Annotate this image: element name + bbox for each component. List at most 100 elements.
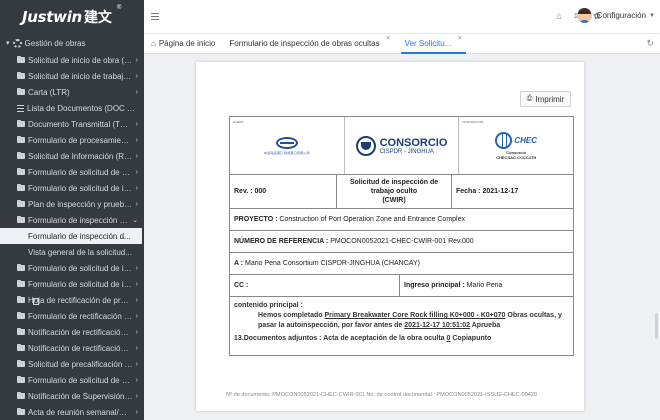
avatar — [576, 8, 592, 23]
chevron-right-icon: › — [135, 392, 138, 400]
sidebar-item[interactable]: Solicitud de inicio de obra (WR) › — [0, 52, 144, 68]
rev-row: Rev. : 000 Solicitud de inspección de tr… — [230, 175, 573, 209]
close-icon[interactable]: ✕ — [386, 35, 391, 42]
folder-icon — [17, 311, 25, 319]
ingreso-label: Ingreso principal : — [404, 282, 465, 289]
folder-icon — [17, 199, 25, 207]
cwir-form: CLIENT 中远海运港口 钱凯港口有限公司 CONSORCIO CISPDR … — [229, 116, 574, 356]
user-menu-label: Configuración — [596, 11, 647, 20]
attachments-end: Copiapunto — [450, 335, 492, 342]
tab-label: Formulario de inspección de obras oculta… — [229, 39, 380, 48]
sidebar-item-label: Vista general de la solicitud... — [28, 247, 132, 257]
sidebar-item[interactable]: Acta de reunión semanal/me... › — [0, 404, 144, 420]
a-label: A : — [234, 260, 244, 267]
form-title-line2: trabajo oculto — [370, 188, 418, 195]
sidebar-item[interactable]: Notificación de rectificación ... › — [0, 340, 144, 356]
attachments-label: 13.Documentos adjuntos : Acta de aceptac… — [234, 335, 447, 342]
consorcio-logo: CONSORCIO CISPDR - JINGHUA — [355, 135, 447, 156]
sidebar-item[interactable]: Solicitud de Información (RFI) › — [0, 148, 144, 164]
body-work: Primary Breakwater Core Rock filling K0+… — [324, 312, 506, 319]
sidebar-item-gestion-de-obras[interactable]: ▾ Gestión de obras — [0, 34, 144, 52]
folder-icon — [17, 183, 25, 191]
gear-icon — [12, 38, 22, 48]
sidebar-item-expanded[interactable]: Formulario de inspección de ... ⌄ — [0, 212, 144, 228]
sidebar-item[interactable]: Formulario de solicitud de ma... › — [0, 164, 144, 180]
sidebar-subitem[interactable]: Vista general de la solicitud... — [0, 244, 144, 305]
cc-cell: CC : — [230, 275, 400, 296]
sidebar-item[interactable]: Formulario de procesamiento... › — [0, 132, 144, 148]
sidebar-item[interactable]: Plan de inspección y prueba ... › — [0, 196, 144, 212]
sidebar-item[interactable]: Carta (LTR) › — [0, 84, 144, 100]
refresh-icon[interactable]: ↻ — [646, 38, 654, 49]
a-cell: A : Mario Pena Consortium CISPDR-JINGHUA… — [230, 253, 424, 274]
sidebar-item[interactable]: Hoja de rectificación de probl... › — [0, 292, 144, 308]
chevron-right-icon: › — [135, 200, 138, 208]
contenido-row: contenido principal : Hemos completado P… — [230, 297, 573, 355]
folder-icon — [17, 407, 25, 415]
sidebar-item[interactable]: Solicitud de precalificación d... › — [0, 356, 144, 372]
folder-icon — [17, 71, 25, 79]
chec-sub2: CHECSAC-CCCC4TH — [496, 154, 537, 160]
sidebar-subitem-active[interactable]: Formulario de inspección d... — [0, 228, 142, 289]
sidebar-item-label: Formulario de rectificación d... — [28, 311, 133, 321]
chevron-right-icon: › — [135, 264, 138, 272]
sidebar-item[interactable]: Notificación de Supervisión (... › — [0, 388, 144, 404]
chevron-right-icon: › — [135, 408, 138, 416]
sidebar-item[interactable]: Formulario de rectificación d... › — [0, 308, 144, 324]
home-icon[interactable]: ⌂ — [554, 12, 564, 21]
chevron-right-icon: › — [135, 328, 138, 336]
tab-home[interactable]: ⌂ Página de inicio — [144, 34, 222, 53]
consorcio-subtitle: CISPDR - JINGHUA — [379, 148, 434, 155]
rev-cell: Rev. : 000 — [230, 175, 337, 208]
sidebar-item[interactable]: Formulario de solicitud de in... › — [0, 180, 144, 196]
referencia-row: NÚMERO DE REFERENCIA : PMOCON0052021-CHE… — [230, 231, 573, 253]
scrollbar[interactable] — [655, 313, 658, 339]
print-label: Imprimir — [535, 94, 565, 104]
sidebar-item-label: Formulario de inspección d... — [28, 231, 131, 241]
sidebar-item-label: Hoja de rectificación de probl... — [28, 295, 133, 305]
consultant-logo-cell: CONSORCIO CISPDR - JINGHUA — [345, 117, 460, 174]
chec-text: CHEC — [514, 135, 538, 145]
sidebar-item-label: Documento Transmittal (TRAN) — [28, 119, 133, 129]
close-icon[interactable]: ✕ — [457, 35, 462, 42]
sidebar-item[interactable]: Formulario de solicitud de ins... › — [0, 260, 144, 276]
chevron-right-icon: › — [135, 168, 138, 176]
contractor-logo-cell: CONTRACTOR CHEC Consorcio CHECSAC-CCCC4T… — [459, 117, 573, 174]
form-title-line3: (CWIR) — [382, 197, 406, 204]
proyecto-cell: PROYECTO : Construction of Port Operatio… — [230, 209, 469, 230]
chevron-right-icon: › — [135, 88, 138, 96]
brand-logo[interactable]: Justwin 建文 ® — [0, 0, 144, 34]
tab-ver-solicitud[interactable]: Ver Solicitu... ✕ — [398, 34, 470, 54]
sidebar-item-label: Solicitud de Información (RFI) — [28, 151, 133, 161]
sidebar-item[interactable]: Lista de Documentos (DOC LIST) — [0, 100, 144, 116]
print-button[interactable]: ⎙ Imprimir — [520, 91, 571, 107]
folder-icon — [17, 87, 25, 95]
list-icon — [17, 104, 24, 112]
tab-label: Página de inicio — [158, 39, 216, 48]
folder-icon — [17, 119, 25, 127]
sidebar-item-label: Formulario de solicitud de in... — [28, 183, 133, 193]
sidebar-item[interactable]: Documento Transmittal (TRAN) › — [0, 116, 144, 132]
cc-label: CC : — [234, 282, 249, 289]
folder-icon — [17, 167, 25, 175]
sidebar-item-label: Notificación de rectificación ... — [28, 327, 133, 337]
brand-name: Justwin — [22, 8, 82, 26]
sidebar-item[interactable]: Formulario de solicitud de ins... › — [0, 276, 144, 292]
top-header: ⌂ ✉ ✿ Configuración ▼ — [144, 0, 660, 34]
contractor-tag: CONTRACTOR — [462, 120, 484, 124]
sidebar-item-label: Formulario de solicitud de ca... — [28, 375, 133, 385]
sidebar-item[interactable]: Notificación de rectificación ... › — [0, 324, 144, 340]
body-part-1: Hemos completado — [258, 312, 325, 319]
chevron-right-icon: › — [135, 296, 138, 304]
tab-formulario-inspeccion[interactable]: Formulario de inspección de obras oculta… — [222, 34, 397, 53]
menu-toggle-icon[interactable] — [151, 13, 159, 20]
chevron-right-icon: › — [135, 56, 138, 64]
chevron-right-icon: › — [135, 312, 138, 320]
document-footer-note: Nº de documento: PMOCON0052021-CHEC-CWIR… — [226, 392, 538, 398]
folder-icon — [17, 263, 25, 271]
sidebar-item[interactable]: Solicitud de inicio de trabajos ... › — [0, 68, 144, 84]
sidebar-item[interactable]: Formulario de solicitud de ca... › — [0, 372, 144, 388]
form-title-cell: Solicitud de inspección de trabajo ocult… — [337, 175, 452, 208]
user-menu[interactable]: Configuración ▼ — [576, 8, 655, 23]
folder-icon — [17, 295, 25, 303]
